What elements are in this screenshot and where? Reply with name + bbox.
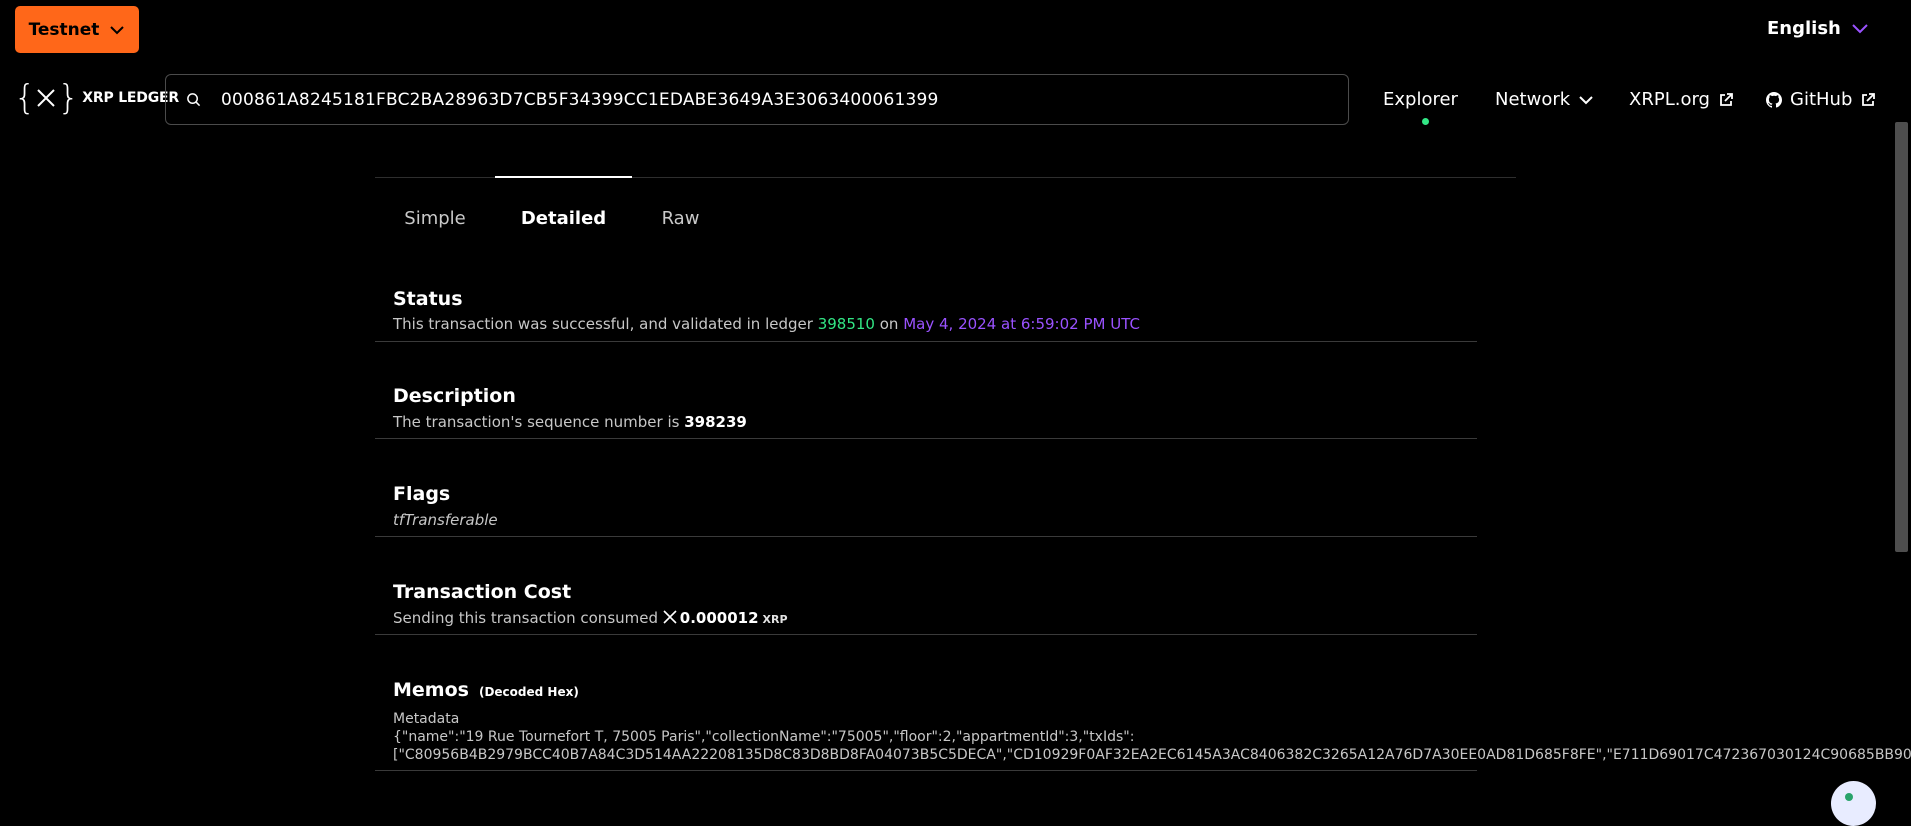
flag-value: tfTransferable: [393, 511, 498, 529]
description-title: Description: [393, 385, 516, 407]
status-text: This transaction was successful, and val…: [393, 315, 1140, 333]
scrollbar[interactable]: [1892, 0, 1911, 804]
github-icon: [1766, 91, 1782, 108]
nav-explorer[interactable]: Explorer: [1383, 89, 1458, 110]
description-section: Description The transaction's sequence n…: [375, 342, 1477, 439]
language-selector[interactable]: English: [1767, 18, 1869, 39]
tab-detailed[interactable]: Detailed: [495, 176, 632, 263]
description-text: The transaction's sequence number is 398…: [393, 413, 747, 431]
chevron-down-icon: [1852, 23, 1868, 33]
view-tabs: Simple Detailed Raw: [375, 176, 729, 263]
memo-data-line-2: ["C80956B4B2979BCC40B7A84C3D514AA2220813…: [393, 747, 1911, 763]
tab-raw[interactable]: Raw: [632, 178, 729, 263]
memo-type: Metadata: [393, 711, 460, 727]
validation-date: May 4, 2024 at 6:59:02 PM UTC: [903, 315, 1140, 333]
ledger-link[interactable]: 398510: [818, 315, 875, 333]
memo-data-line-1: {"name":"19 Rue Tournefort T, 75005 Pari…: [393, 729, 1135, 745]
external-link-icon: [1862, 92, 1876, 106]
nav-network[interactable]: Network: [1495, 89, 1594, 110]
external-link-icon: [1720, 92, 1733, 106]
transaction-cost-text: Sending this transaction consumed 0.0000…: [393, 609, 788, 627]
status-title: Status: [393, 288, 463, 310]
sequence-number: 398239: [684, 413, 747, 431]
cost-amount: 0.000012: [679, 609, 759, 627]
flags-section: Flags tfTransferable: [375, 439, 1477, 537]
xrp-ledger-logo[interactable]: { } XRP LEDGER: [14, 78, 179, 118]
search-bar[interactable]: [165, 74, 1349, 125]
scrollbar-thumb[interactable]: [1895, 122, 1908, 552]
xrp-icon: [36, 89, 55, 107]
active-nav-indicator: [1422, 118, 1429, 125]
status-section: Status This transaction was successful, …: [375, 262, 1477, 342]
nav-network-label: Network: [1495, 89, 1571, 110]
nav-github[interactable]: GitHub: [1766, 89, 1876, 110]
chevron-down-icon: [1579, 95, 1593, 104]
tab-simple[interactable]: Simple: [375, 178, 495, 263]
nav-explorer-label: Explorer: [1383, 89, 1458, 110]
transaction-cost-section: Transaction Cost Sending this transactio…: [375, 537, 1477, 635]
flags-title: Flags: [393, 483, 451, 505]
nav-github-label: GitHub: [1790, 89, 1853, 110]
search-icon: [187, 93, 201, 107]
xrp-icon: [663, 610, 677, 624]
memos-title: Memos (Decoded Hex): [393, 679, 579, 701]
memos-section: Memos (Decoded Hex) Metadata {"name":"19 …: [375, 635, 1911, 771]
logo-mark: { }: [14, 78, 79, 118]
language-label: English: [1767, 18, 1841, 39]
transaction-cost-title: Transaction Cost: [393, 581, 572, 603]
cost-unit: XRP: [762, 613, 788, 626]
network-switcher-label: Testnet: [28, 19, 100, 40]
nav-xrpl-org[interactable]: XRPL.org: [1629, 89, 1734, 110]
network-switcher-button[interactable]: Testnet: [15, 6, 139, 53]
decoded-hex-label: (Decoded Hex): [478, 685, 579, 699]
avatar-eye: [1845, 793, 1853, 801]
chevron-down-icon: [110, 25, 125, 34]
nav-xrpl-label: XRPL.org: [1629, 89, 1710, 110]
search-input[interactable]: [219, 88, 1348, 111]
